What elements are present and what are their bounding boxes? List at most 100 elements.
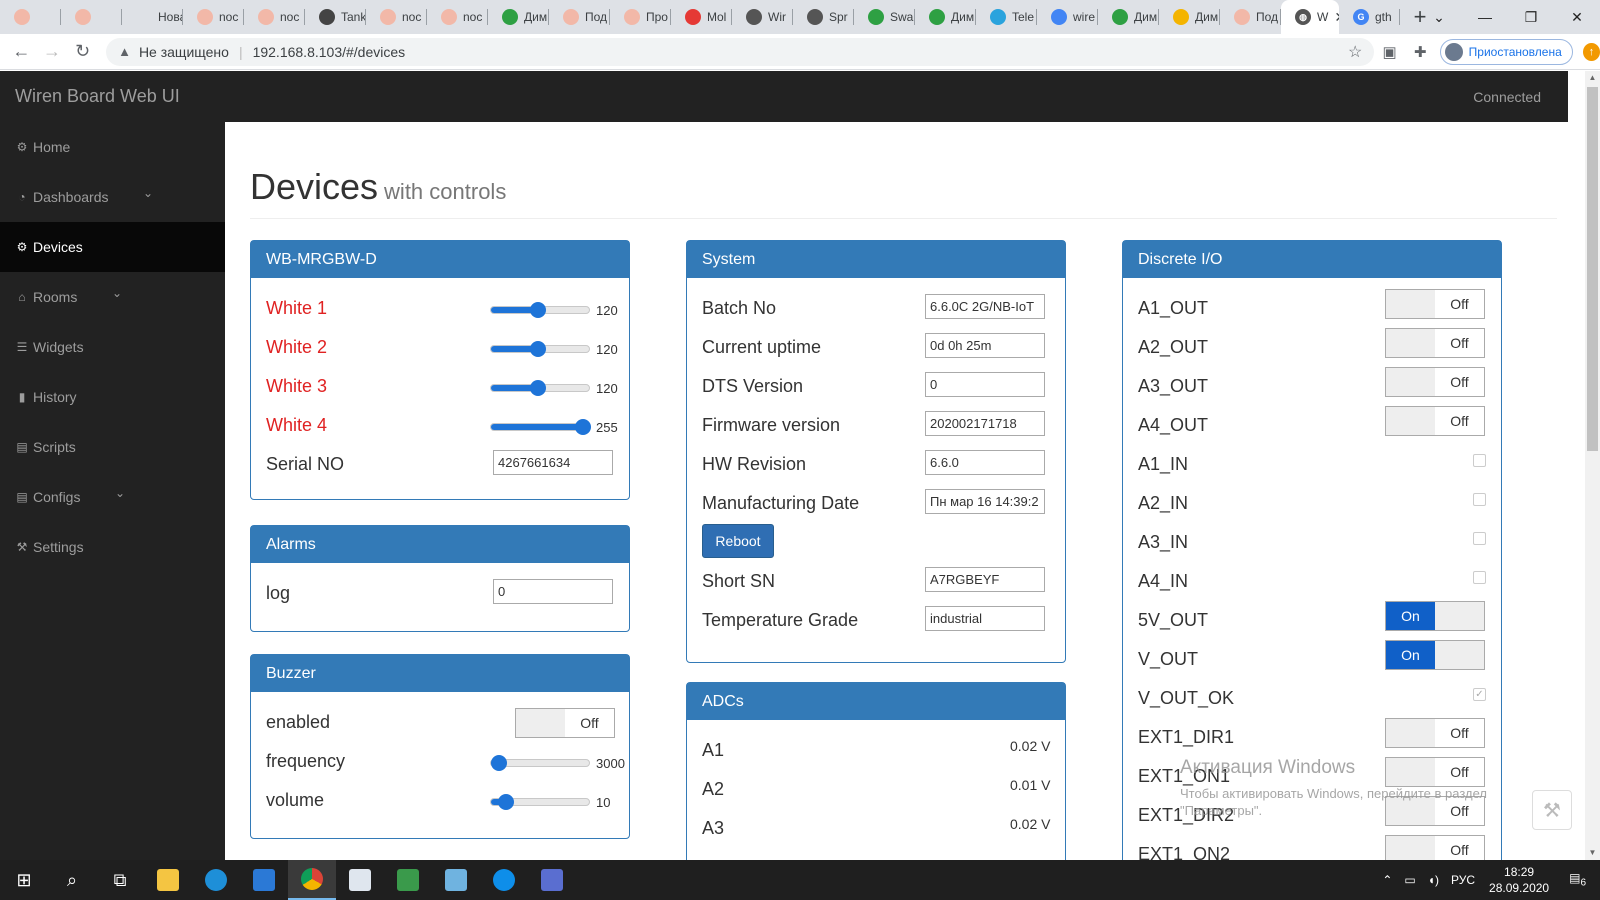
profile-button[interactable]: Приостановлена <box>1439 38 1573 65</box>
browser-tab[interactable]: Swa <box>854 0 915 34</box>
browser-tab[interactable]: Дим <box>1098 0 1159 34</box>
network-app-icon[interactable] <box>384 860 432 900</box>
sidebar-item-home[interactable]: ⚙ Home <box>0 122 225 172</box>
slider-handle[interactable] <box>530 341 547 357</box>
browser-tab[interactable]: Под <box>1220 0 1281 34</box>
slider-handle[interactable] <box>530 380 547 396</box>
notifications-icon[interactable]: ▤6 <box>1569 871 1586 888</box>
sidebar-item-history[interactable]: ▮ History <box>0 372 225 422</box>
sidebar-item-scripts[interactable]: ▤ Scripts <box>0 422 225 472</box>
toggle-switch[interactable]: On <box>1385 601 1485 631</box>
browser-tab[interactable]: Tank <box>305 0 366 34</box>
log-field[interactable] <box>493 579 613 604</box>
chevron-up-icon[interactable]: ⌃ <box>1382 873 1392 887</box>
toggle-switch[interactable]: Off <box>1385 718 1485 748</box>
browser-tab[interactable]: noc <box>244 0 305 34</box>
frequency-slider[interactable] <box>490 755 590 771</box>
sidebar-item-rooms[interactable]: ⌂ Rooms ⌄ <box>0 272 225 322</box>
wrench-icon[interactable]: ⚒ <box>1532 790 1572 830</box>
bookmark-star-icon[interactable]: ☆ <box>1348 42 1362 62</box>
task-view-icon[interactable]: ⧉ <box>96 860 144 900</box>
address-bar[interactable]: ▲ Не защищено | 192.168.8.103/#/devices … <box>106 37 1375 66</box>
teamviewer-icon[interactable] <box>480 860 528 900</box>
browser-tab[interactable]: noc <box>183 0 244 34</box>
browser-tab[interactable]: noc <box>427 0 488 34</box>
readonly-value-field[interactable] <box>925 567 1045 592</box>
toggle-switch[interactable]: Off <box>1385 328 1485 358</box>
sidebar-item-widgets[interactable]: ☰ Widgets <box>0 322 225 372</box>
toggle-switch[interactable]: Off <box>1385 835 1485 860</box>
reload-button[interactable]: ↻ <box>67 36 98 68</box>
browser-tab[interactable]: Дим <box>915 0 976 34</box>
readonly-value-field[interactable] <box>925 294 1045 319</box>
browser-tab[interactable] <box>61 0 122 34</box>
enabled-toggle[interactable]: Off <box>515 708 615 738</box>
readonly-value-field[interactable] <box>925 372 1045 397</box>
chevron-down-icon[interactable]: ⌄ <box>143 186 153 200</box>
forward-button[interactable]: → <box>37 36 68 68</box>
file-explorer-icon[interactable] <box>144 860 192 900</box>
sidebar-item-configs[interactable]: ▤ Configs ⌄ <box>0 472 225 522</box>
browser-tab[interactable]: Spr <box>793 0 854 34</box>
toggle-switch[interactable]: Off <box>1385 289 1485 319</box>
chevron-down-icon[interactable]: ⌄ <box>115 486 125 500</box>
extension-icon[interactable]: ▣ <box>1374 43 1405 61</box>
sidebar-item-devices[interactable]: ⚙ Devices <box>0 222 225 272</box>
browser-tab[interactable]: Wir <box>732 0 793 34</box>
page-scrollbar[interactable]: ▲ ▼ <box>1585 71 1600 860</box>
slider-handle[interactable] <box>497 794 514 810</box>
browser-tab[interactable]: wire <box>1037 0 1098 34</box>
scroll-down-icon[interactable]: ▼ <box>1585 846 1600 860</box>
brightness-slider[interactable] <box>490 341 590 357</box>
browser-tab[interactable]: noc <box>366 0 427 34</box>
browser-tab-active[interactable]: ◍ W ✕ <box>1281 0 1339 34</box>
speaker-icon[interactable]: ◖) <box>1428 873 1439 887</box>
browser-tab[interactable]: Под <box>549 0 610 34</box>
edge-icon[interactable] <box>192 860 240 900</box>
browser-tab[interactable]: Дим <box>1159 0 1220 34</box>
readonly-value-field[interactable] <box>925 411 1045 436</box>
chevron-down-icon[interactable]: ⌄ <box>112 286 122 300</box>
sidebar-item-settings[interactable]: ⚒ Settings <box>0 522 225 572</box>
browser-tab[interactable]: Про <box>610 0 671 34</box>
store-icon[interactable] <box>336 860 384 900</box>
slider-handle[interactable] <box>530 302 547 318</box>
volume-slider[interactable] <box>490 794 590 810</box>
close-window-button[interactable]: ✕ <box>1554 0 1600 34</box>
chevron-down-icon[interactable]: ⌄ <box>1416 0 1462 34</box>
toggle-switch[interactable]: On <box>1385 640 1485 670</box>
update-icon[interactable]: ↑ <box>1582 42 1600 61</box>
readonly-value-field[interactable] <box>925 489 1045 514</box>
readonly-value-field[interactable] <box>925 450 1045 475</box>
reboot-button[interactable]: Reboot <box>702 524 774 558</box>
brightness-slider[interactable] <box>490 419 591 435</box>
toggle-switch[interactable]: Off <box>1385 367 1485 397</box>
restore-button[interactable]: ❐ <box>1508 0 1554 34</box>
clock[interactable]: 18:29 28.09.2020 <box>1489 864 1549 896</box>
battery-icon[interactable]: ▭ <box>1404 873 1415 887</box>
mail-icon[interactable] <box>240 860 288 900</box>
brightness-slider[interactable] <box>490 380 590 396</box>
slider-handle[interactable] <box>491 755 507 771</box>
puzzle-icon[interactable]: ✚ <box>1405 43 1436 61</box>
brightness-slider[interactable] <box>490 302 590 318</box>
slider-handle[interactable] <box>575 419 591 435</box>
scrollbar-thumb[interactable] <box>1587 87 1598 451</box>
network-tool-icon[interactable] <box>528 860 576 900</box>
sidebar-item-dashboards[interactable]: ◔ Dashboards ⌄ <box>0 172 225 222</box>
search-icon[interactable]: ⌕ <box>48 860 96 900</box>
serial-field[interactable] <box>493 450 613 475</box>
browser-tab[interactable]: Tele <box>976 0 1037 34</box>
chrome-icon[interactable] <box>288 860 336 900</box>
app-brand[interactable]: Wiren Board Web UI <box>15 86 180 107</box>
language-indicator[interactable]: РУС <box>1451 873 1475 887</box>
windows-start-icon[interactable]: ⊞ <box>0 860 48 900</box>
browser-tab[interactable]: G gth <box>1339 0 1400 34</box>
toggle-switch[interactable]: Off <box>1385 406 1485 436</box>
browser-tab[interactable]: Дим <box>488 0 549 34</box>
browser-tab[interactable]: Mol <box>671 0 732 34</box>
scroll-up-icon[interactable]: ▲ <box>1585 71 1600 85</box>
back-button[interactable]: ← <box>6 36 37 68</box>
url-text[interactable]: 192.168.8.103/#/devices <box>253 44 1348 60</box>
remote-desktop-icon[interactable] <box>432 860 480 900</box>
